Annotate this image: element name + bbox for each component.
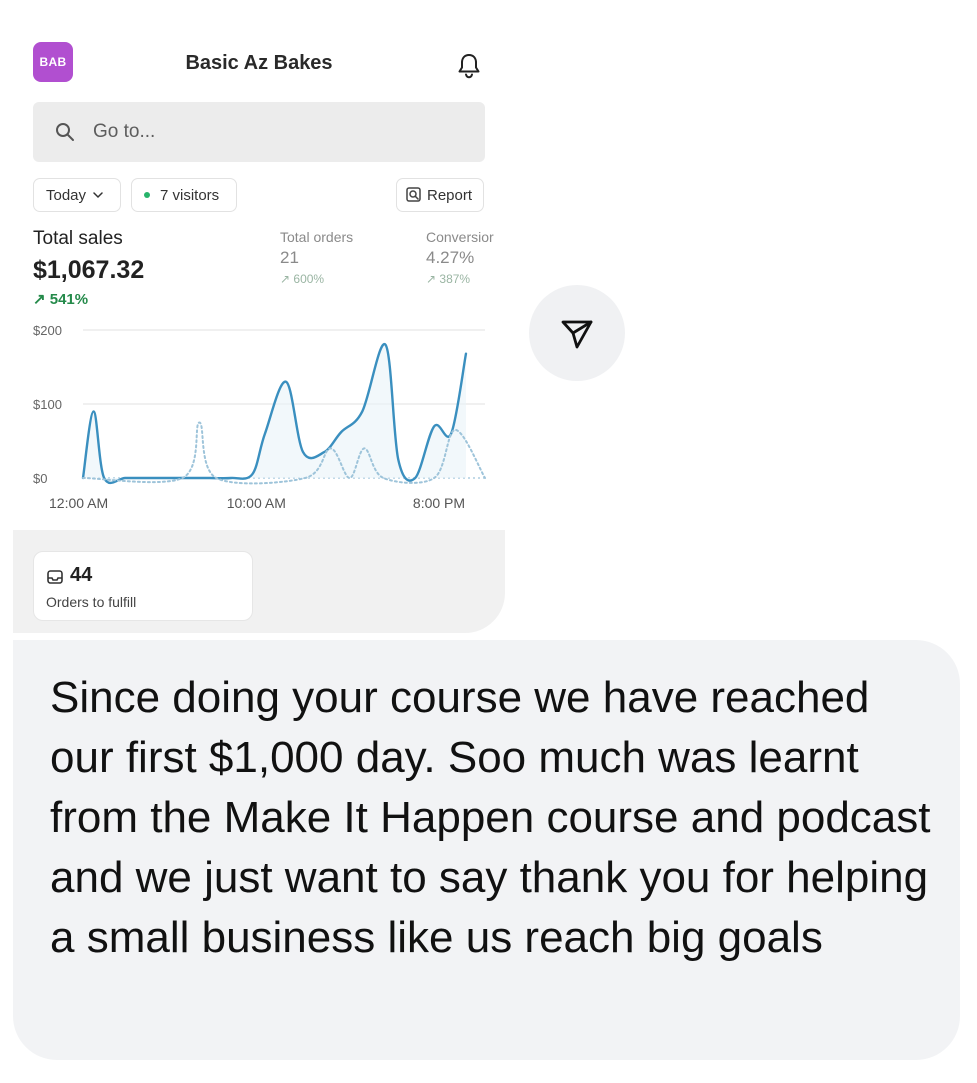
chevron-down-icon <box>93 192 103 199</box>
y-tick-label: $0 <box>33 471 47 486</box>
y-tick-label: $200 <box>33 323 62 338</box>
report-label: Report <box>427 186 473 204</box>
series-area <box>83 344 466 483</box>
message-bubble[interactable]: Since doing your course we have reached … <box>13 640 960 1060</box>
total-orders-delta: ↗ 600% <box>280 272 325 286</box>
orders-to-fulfill-label: Orders to fulfill <box>46 594 137 610</box>
orders-to-fulfill-count: 44 <box>70 564 93 586</box>
x-tick-label: 8:00 PM <box>413 495 465 511</box>
date-range-dropdown[interactable]: Today <box>33 178 121 212</box>
message-text: Since doing your course we have reached … <box>50 673 931 962</box>
share-button[interactable] <box>529 285 625 381</box>
search-icon <box>56 123 74 141</box>
conversion-delta: ↗ 387% <box>426 272 471 286</box>
share-icon <box>561 320 593 349</box>
total-orders-value: 21 <box>280 248 299 267</box>
date-range-label: Today <box>46 186 87 204</box>
total-sales-delta: ↗ 541% <box>33 291 89 308</box>
sales-chart: $200 $100 $012:00 AM 10:00 AM 8:00 PM <box>33 323 486 511</box>
search-bar[interactable]: Go to... <box>33 102 485 162</box>
inbox-icon <box>47 570 63 584</box>
x-tick-label: 10:00 AM <box>227 495 286 511</box>
total-sales-label: Total sales <box>33 228 123 249</box>
conversion-label: Conversior <box>426 229 494 245</box>
orders-to-fulfill-card[interactable]: 44 Orders to fulfill <box>33 551 253 621</box>
trend-up-icon: ↗ <box>33 291 46 308</box>
store-avatar: BAB <box>33 42 73 82</box>
shared-screenshot[interactable]: BAB Basic Az Bakes Go to... Today 7 visi… <box>13 18 505 633</box>
search-placeholder: Go to... <box>93 121 156 142</box>
visitors-label: 7 visitors <box>160 186 220 204</box>
x-tick-label: 12:00 AM <box>49 495 108 511</box>
report-icon <box>406 187 421 202</box>
store-name: Basic Az Bakes <box>185 52 333 74</box>
bell-icon <box>458 54 480 79</box>
live-visitors-chip[interactable]: 7 visitors <box>131 178 237 212</box>
live-dot <box>144 192 150 198</box>
total-sales-value: $1,067.32 <box>33 256 145 284</box>
y-tick-label: $100 <box>33 397 62 412</box>
trend-up-icon: ↗ <box>426 272 437 286</box>
conversion-value: 4.27% <box>426 248 475 267</box>
trend-up-icon: ↗ <box>280 272 291 286</box>
total-orders-label: Total orders <box>280 229 354 245</box>
report-button[interactable]: Report <box>396 178 484 212</box>
